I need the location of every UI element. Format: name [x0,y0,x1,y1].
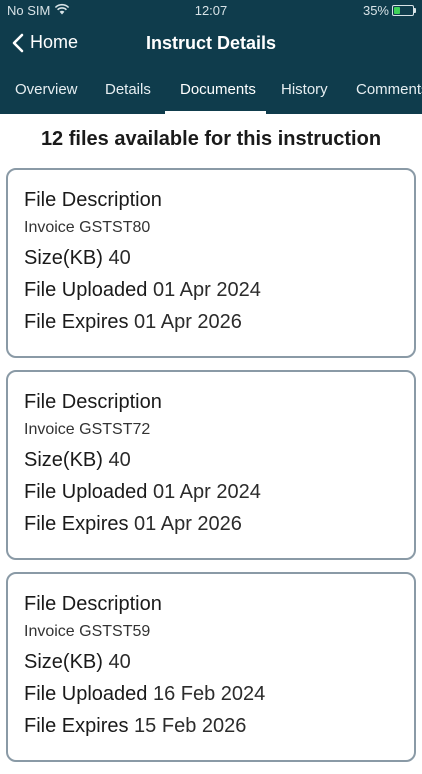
file-description-label: File Description [24,391,162,413]
file-card[interactable]: File Description Invoice GSTST72 Size(KB… [6,370,416,560]
file-expires-value: 15 Feb 2026 [134,715,247,737]
file-uploaded-label: File Uploaded [24,683,148,705]
file-size-value: 40 [108,651,131,673]
file-description-label: File Description [24,593,162,615]
tab-details[interactable]: Details [105,81,151,98]
file-size-label: Size(KB) [24,651,103,673]
file-size-value: 40 [108,247,131,269]
page-title: Instruct Details [145,33,277,53]
file-description-value: Invoice GSTST80 [24,219,151,236]
file-card[interactable]: File Description Invoice GSTST80 Size(KB… [6,168,416,358]
file-uploaded-value: 16 Feb 2024 [152,683,266,705]
file-expires-label: File Expires [24,513,129,535]
tab-bar: Overview Details Documents History Comme… [0,66,422,114]
file-card[interactable]: File Description Invoice GSTST59 Size(KB… [6,572,416,762]
file-description-label: File Description [24,189,162,211]
file-size-label: Size(KB) [24,449,103,471]
file-uploaded-label: File Uploaded [24,279,148,301]
files-count-heading: 12 files available for this instruction [40,128,382,150]
file-description-value: Invoice GSTST72 [24,421,151,438]
tab-history[interactable]: History [281,81,328,98]
file-expires-label: File Expires [24,311,129,333]
battery-icon [392,5,416,16]
battery-percent: 35% [362,3,389,18]
status-bar: No SIM 12:07 35% [0,0,422,22]
battery-indicator: 35% [362,3,416,18]
file-description-value: Invoice GSTST59 [24,623,151,640]
tab-documents[interactable]: Documents [180,81,256,98]
file-uploaded-label: File Uploaded [24,481,148,503]
file-expires-label: File Expires [24,715,129,737]
app-header: No SIM 12:07 35% Home Instruct Details O… [0,0,422,114]
file-size-label: Size(KB) [24,247,103,269]
tab-overview[interactable]: Overview [15,81,78,98]
file-expires-value: 01 Apr 2026 [134,311,242,333]
file-uploaded-value: 01 Apr 2024 [152,481,261,503]
file-list: File Description Invoice GSTST80 Size(KB… [6,168,416,774]
status-time: 12:07 [194,3,228,18]
file-size-value: 40 [108,449,131,471]
file-uploaded-value: 01 Apr 2024 [152,279,261,301]
tab-comments[interactable]: Comments [356,81,422,98]
file-expires-value: 01 Apr 2026 [134,513,242,535]
navigation-bar: Home Instruct Details [0,22,422,66]
active-tab-indicator [165,111,266,114]
